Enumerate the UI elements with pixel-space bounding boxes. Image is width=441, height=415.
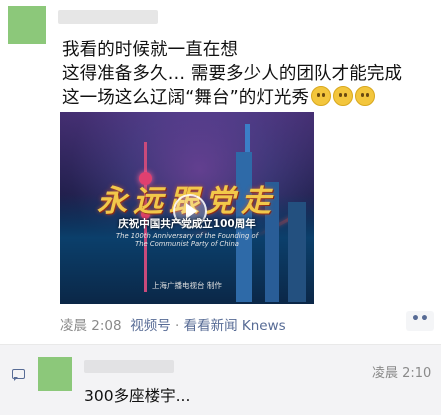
comment-icon bbox=[12, 369, 25, 381]
post-author-name-redacted[interactable] bbox=[58, 10, 158, 24]
video-subtitle-en: The 100th Anniversary of the Founding of… bbox=[116, 232, 258, 248]
commenter-avatar[interactable] bbox=[38, 357, 72, 391]
post-author-avatar[interactable] bbox=[8, 6, 46, 44]
more-actions-button[interactable]: •• bbox=[406, 311, 434, 331]
post-text: 我看的时候就一直在想 这得准备多久… 需要多少人的团队才能完成 这一场这么辽阔“… bbox=[62, 38, 434, 110]
channel-link[interactable]: 视频号 bbox=[130, 318, 171, 334]
post-meta-row: 凌晨 2:08 视频号 · 看看新闻 Knews bbox=[60, 314, 286, 334]
post-text-line: 这一场这么辽阔“舞台”的灯光秀 bbox=[62, 86, 434, 110]
crying-face-icon bbox=[355, 86, 376, 106]
video-subtitle: 庆祝中国共产党成立100周年 bbox=[118, 218, 256, 230]
source-link[interactable]: 看看新闻 Knews bbox=[184, 318, 286, 334]
meta-separator: · bbox=[175, 318, 180, 334]
comment-text: 300多座楼宇... bbox=[84, 387, 191, 405]
post-text-line: 这得准备多久… 需要多少人的团队才能完成 bbox=[62, 64, 403, 84]
post-time: 凌晨 2:08 bbox=[60, 318, 122, 334]
crying-face-icon bbox=[333, 86, 354, 106]
crying-face-icon bbox=[311, 86, 332, 106]
video-credit: 上海广播电视台 制作 bbox=[152, 281, 222, 290]
post-text-line: 我看的时候就一直在想 bbox=[62, 40, 238, 60]
commenter-name-redacted[interactable] bbox=[84, 360, 174, 373]
comment-time: 凌晨 2:10 bbox=[372, 366, 432, 381]
video-thumbnail[interactable]: 永远跟党走 庆祝中国共产党成立100周年 The 100th Anniversa… bbox=[60, 112, 314, 304]
